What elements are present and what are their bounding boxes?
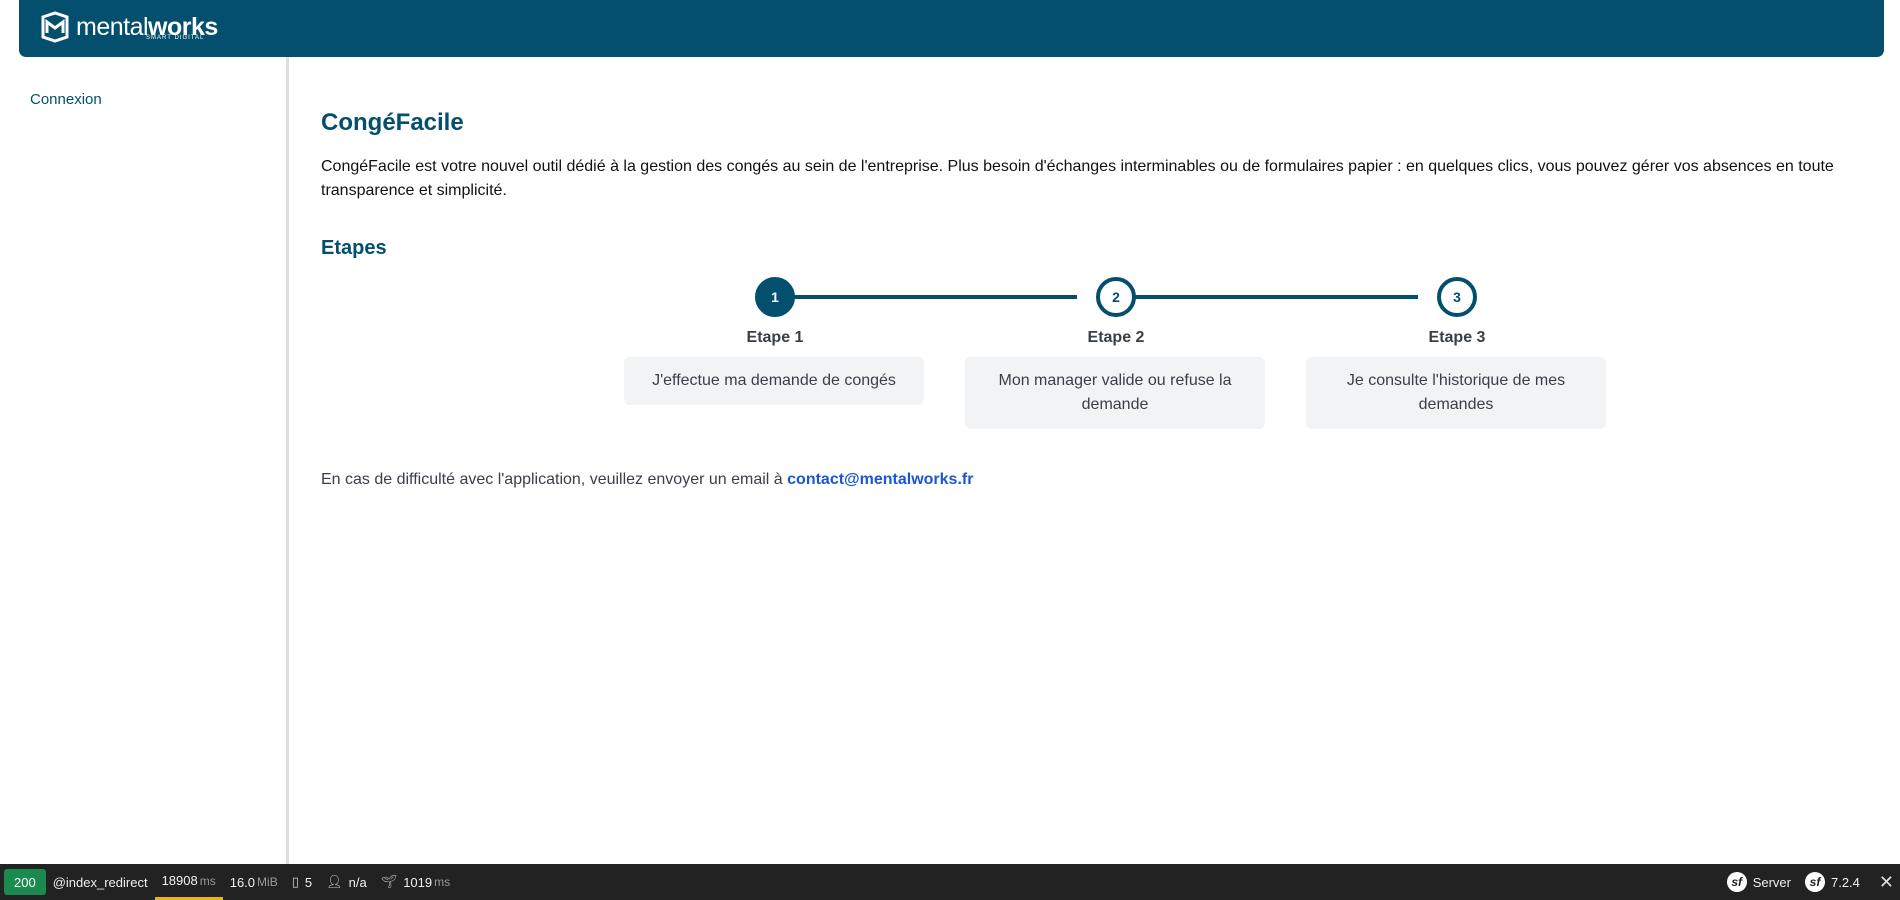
logs-icon: ▯ <box>291 874 299 889</box>
user-item[interactable]: 👤︎ n/a <box>319 864 374 900</box>
logs-item[interactable]: ▯ 5 <box>285 864 319 900</box>
step-2-circle: 2 <box>1096 277 1136 317</box>
step-1-circle: 1 <box>755 277 795 317</box>
memory-unit: MiB <box>257 875 278 889</box>
request-time-item[interactable]: 18908 ms <box>154 864 223 900</box>
twig-icon: 🌱︎ <box>380 874 398 889</box>
step-1-description: J'effectue ma demande de congés <box>624 357 924 405</box>
step-3-circle: 3 <box>1437 277 1477 317</box>
twig-item[interactable]: 🌱︎ 1019 ms <box>374 864 457 900</box>
request-time-value: 18908 <box>161 873 198 888</box>
twig-time-unit: ms <box>434 875 451 889</box>
debug-toolbar: 200 @index_redirect 18908 ms 16.0 MiB ▯ 5 👤… <box>0 864 1900 900</box>
sidebar-item-connexion[interactable]: Connexion <box>30 91 102 108</box>
page-title: CongéFacile <box>321 109 464 136</box>
close-toolbar-icon[interactable]: ✕ <box>1867 872 1900 893</box>
symfony-icon: sf <box>1726 872 1747 892</box>
mentalworks-logo-icon <box>41 11 69 43</box>
memory-value: 16.0 <box>229 874 256 890</box>
logs-count: 5 <box>304 874 313 890</box>
memory-item[interactable]: 16.0 MiB <box>223 864 285 900</box>
symfony-version-item[interactable]: sf 7.2.4 <box>1798 864 1867 900</box>
contact-text: En cas de difficulté avec l'application,… <box>321 471 788 488</box>
step-2-label: Etape 2 <box>1087 329 1145 346</box>
sidebar: Connexion <box>0 57 289 864</box>
brand-tagline: SMART DIGITAL <box>146 35 205 41</box>
toolbar-right: sf Server sf 7.2.4 ✕ <box>1720 864 1900 900</box>
step-3-description: Je consulte l'historique de mes demandes <box>1306 357 1606 429</box>
server-item[interactable]: sf Server <box>1720 864 1798 900</box>
contact-email-link[interactable]: contact@mentalworks.fr <box>787 471 973 488</box>
symfony-version-icon: sf <box>1804 872 1825 892</box>
top-header: mentalworks SMART DIGITAL <box>19 0 1884 57</box>
twig-time-value: 1019 <box>403 874 433 890</box>
steps-title: Etapes <box>321 237 387 259</box>
symfony-version: 7.2.4 <box>1830 874 1860 890</box>
step-3-label: Etape 3 <box>1428 329 1486 346</box>
intro-paragraph: CongéFacile est votre nouvel outil dédié… <box>321 158 1834 199</box>
step-1-label: Etape 1 <box>746 329 804 346</box>
contact-paragraph: En cas de difficulté avec l'application,… <box>321 471 973 489</box>
route-item[interactable]: @index_redirect <box>46 864 155 900</box>
stepper-line-2 <box>1116 295 1418 299</box>
brand-logo[interactable]: mentalworks SMART DIGITAL <box>39 11 218 43</box>
user-value: n/a <box>348 874 367 890</box>
status-code-badge[interactable]: 200 <box>4 869 46 895</box>
server-label: Server <box>1752 874 1791 890</box>
stepper-line-1 <box>775 295 1077 299</box>
step-2-description: Mon manager valide ou refuse la demande <box>965 357 1265 429</box>
user-icon: 👤︎ <box>326 874 343 889</box>
request-time-unit: ms <box>199 873 216 888</box>
